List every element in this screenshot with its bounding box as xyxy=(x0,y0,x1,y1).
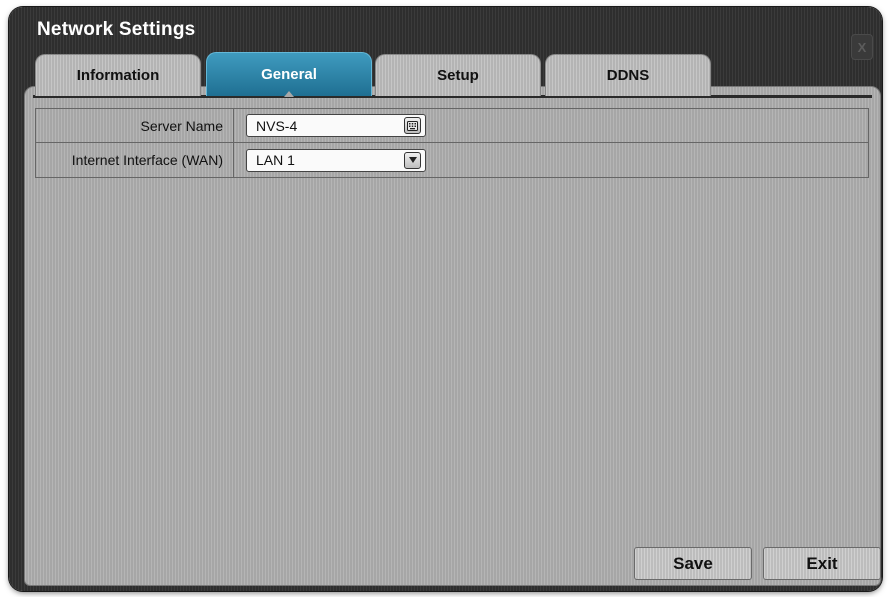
server-name-row: Server Name NVS-4 xyxy=(36,109,868,143)
server-name-label: Server Name xyxy=(36,109,234,142)
window-title: Network Settings xyxy=(37,19,196,40)
internet-interface-select[interactable]: LAN 1 xyxy=(246,148,426,172)
internet-interface-label: Internet Interface (WAN) xyxy=(36,143,234,177)
exit-button[interactable]: Exit xyxy=(763,547,881,580)
save-button[interactable]: Save xyxy=(634,547,752,580)
tab-setup[interactable]: Setup xyxy=(375,54,541,96)
tab-information[interactable]: Information xyxy=(35,54,201,96)
close-button[interactable]: X xyxy=(851,34,873,60)
chevron-down-icon[interactable] xyxy=(404,151,421,169)
server-name-input[interactable]: NVS-4 xyxy=(246,114,426,137)
active-tab-indicator xyxy=(284,91,294,97)
tab-general-label: General xyxy=(261,66,317,83)
tab-ddns[interactable]: DDNS xyxy=(545,54,711,96)
tab-general[interactable]: General xyxy=(206,52,372,97)
internet-interface-value: LAN 1 xyxy=(256,152,295,168)
settings-table: Server Name NVS-4 Internet Interface (WA… xyxy=(35,108,869,178)
keyboard-icon[interactable] xyxy=(404,117,421,134)
server-name-value: NVS-4 xyxy=(256,117,298,134)
internet-interface-row: Internet Interface (WAN) LAN 1 xyxy=(36,143,868,177)
general-panel: Server Name NVS-4 Internet Interface (WA… xyxy=(24,86,881,586)
